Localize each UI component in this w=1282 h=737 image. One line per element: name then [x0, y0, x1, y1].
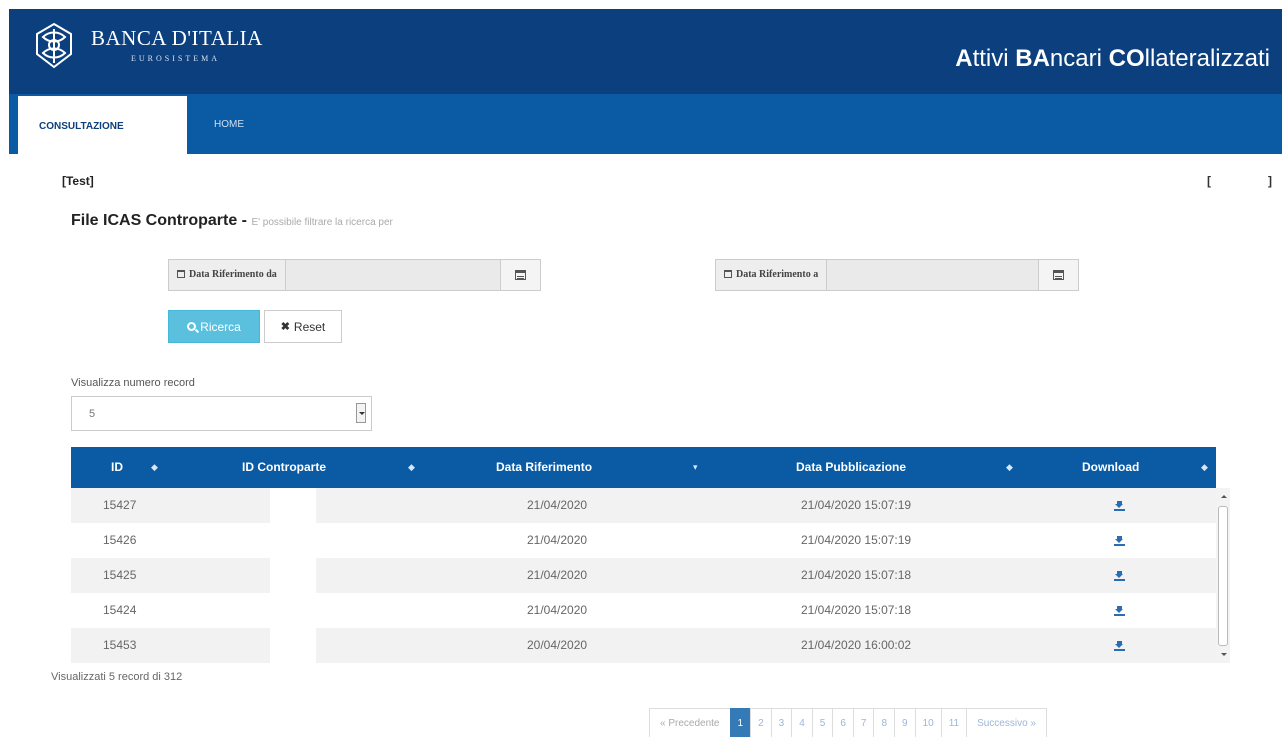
- pagination-page[interactable]: 10: [914, 708, 942, 737]
- pagination-prev[interactable]: « Precedente: [649, 708, 731, 737]
- col-header-data-riferimento[interactable]: Data Riferimento: [496, 447, 592, 488]
- date-to-calendar-button[interactable]: [1038, 260, 1078, 290]
- pagination-page[interactable]: 11: [940, 708, 968, 737]
- table-body: 15427 21/04/2020 21/04/2020 15:07:19 154…: [71, 488, 1216, 663]
- main-nav: CONSULTAZIONE HOME: [9, 94, 1282, 154]
- pagination-page[interactable]: 2: [750, 708, 772, 737]
- col-header-download[interactable]: Download: [1082, 447, 1139, 488]
- cell-id: 15424: [103, 603, 137, 617]
- cell-data-pubblicazione: 21/04/2020 15:07:19: [801, 498, 912, 512]
- date-from-group: Data Riferimento da: [168, 259, 541, 291]
- page-hint: E' possibile filtrare la ricerca per: [251, 217, 393, 228]
- logo-subtitle: EUROSISTEMA: [131, 54, 221, 63]
- logo-title: BANCA D'ITALIA: [91, 26, 263, 50]
- date-to-input[interactable]: [827, 260, 1038, 290]
- records-per-page-label: Visualizza numero record: [71, 377, 195, 389]
- search-button[interactable]: Ricerca: [168, 310, 260, 343]
- sort-icon[interactable]: ◆: [151, 447, 158, 488]
- date-to-group: Data Riferimento a: [715, 259, 1079, 291]
- scroll-up-icon[interactable]: [1221, 492, 1227, 498]
- bracket-right: ]: [1268, 174, 1272, 188]
- date-from-input[interactable]: [285, 260, 500, 290]
- sort-icon[interactable]: ◆: [1201, 447, 1208, 488]
- sort-desc-icon[interactable]: ▾: [693, 447, 698, 488]
- col-header-id[interactable]: ID: [111, 447, 123, 488]
- cell-data-riferimento: 20/04/2020: [527, 638, 588, 652]
- cell-id: 15425: [103, 568, 137, 582]
- table-scrollbar[interactable]: [1216, 488, 1230, 663]
- calendar-icon: [1053, 270, 1064, 280]
- tab-home[interactable]: HOME: [214, 94, 244, 154]
- pagination-page[interactable]: 6: [832, 708, 854, 737]
- app-header: BANCA D'ITALIA EUROSISTEMA Attivi BAncar…: [9, 9, 1282, 94]
- cell-data-riferimento: 21/04/2020: [527, 498, 588, 512]
- banca-italia-logo[interactable]: BANCA D'ITALIA EUROSISTEMA: [31, 21, 263, 71]
- cell-id: 15426: [103, 533, 137, 547]
- environment-label: [Test]: [62, 174, 94, 188]
- date-from-calendar-button[interactable]: [500, 260, 540, 290]
- cell-data-riferimento: 21/04/2020: [527, 568, 588, 582]
- calendar-small-icon: [177, 270, 185, 278]
- results-table: ID ◆ ID Controparte ◆ Data Riferimento ▾…: [71, 447, 1216, 663]
- cell-data-pubblicazione: 21/04/2020 15:07:19: [801, 533, 912, 547]
- cell-data-riferimento: 21/04/2020: [527, 533, 588, 547]
- pagination-page[interactable]: 4: [791, 708, 813, 737]
- sort-icon[interactable]: ◆: [408, 447, 415, 488]
- search-icon: [187, 322, 197, 331]
- pagination-page[interactable]: 1: [729, 708, 752, 737]
- cell-id: 15427: [103, 498, 137, 512]
- pagination-page[interactable]: 9: [894, 708, 916, 737]
- sort-icon[interactable]: ◆: [1006, 447, 1013, 488]
- calendar-small-icon: [724, 270, 732, 278]
- date-from-label: Data Riferimento da: [169, 260, 286, 290]
- pagination-page[interactable]: 8: [873, 708, 895, 737]
- date-to-label: Data Riferimento a: [716, 260, 828, 290]
- pagination-next[interactable]: Successivo »: [966, 708, 1047, 737]
- pagination-page[interactable]: 3: [770, 708, 793, 737]
- pagination: « Precedente 1 2 3 4 5 6 7 8 9 10 11 Suc…: [649, 708, 1047, 737]
- cell-data-pubblicazione: 21/04/2020 16:00:02: [801, 638, 912, 652]
- table-row: 15427 21/04/2020 21/04/2020 15:07:19: [71, 488, 1216, 523]
- table-row: 15425 21/04/2020 21/04/2020 15:07:18: [71, 558, 1216, 593]
- tab-consultazione[interactable]: CONSULTAZIONE: [18, 96, 187, 154]
- cell-data-pubblicazione: 21/04/2020 15:07:18: [801, 568, 912, 582]
- scroll-thumb[interactable]: [1218, 506, 1228, 646]
- app-title: Attivi BAncari COllateralizzati: [955, 45, 1270, 72]
- bracket-left: [: [1207, 174, 1211, 188]
- pagination-page[interactable]: 7: [852, 708, 875, 737]
- chevron-down-icon: [356, 403, 366, 423]
- cell-data-riferimento: 21/04/2020: [527, 603, 588, 617]
- pagination-page[interactable]: 5: [811, 708, 834, 737]
- reset-button[interactable]: ✖ Reset: [264, 310, 342, 343]
- table-row: 15453 20/04/2020 21/04/2020 16:00:02: [71, 628, 1216, 663]
- logo-emblem-icon: [36, 22, 72, 69]
- records-per-page-select[interactable]: 5: [71, 396, 372, 431]
- scroll-down-icon[interactable]: [1221, 653, 1227, 659]
- records-summary: Visualizzati 5 record di 312: [51, 671, 183, 683]
- page: BANCA D'ITALIA EUROSISTEMA Attivi BAncar…: [0, 0, 1282, 737]
- records-per-page-value: 5: [89, 408, 96, 420]
- cell-id: 15453: [103, 638, 137, 652]
- page-title: File ICAS Controparte - E' possibile fil…: [71, 212, 393, 229]
- table-row: 15424 21/04/2020 21/04/2020 15:07:18: [71, 593, 1216, 628]
- calendar-icon: [515, 270, 526, 280]
- table-header: ID ◆ ID Controparte ◆ Data Riferimento ▾…: [71, 447, 1216, 488]
- table-row: 15426 21/04/2020 21/04/2020 15:07:19: [71, 523, 1216, 558]
- close-icon: ✖: [280, 321, 290, 333]
- col-header-id-controparte[interactable]: ID Controparte: [242, 447, 326, 488]
- cell-data-pubblicazione: 21/04/2020 15:07:18: [801, 603, 912, 617]
- col-header-data-pubblicazione[interactable]: Data Pubblicazione: [796, 447, 906, 488]
